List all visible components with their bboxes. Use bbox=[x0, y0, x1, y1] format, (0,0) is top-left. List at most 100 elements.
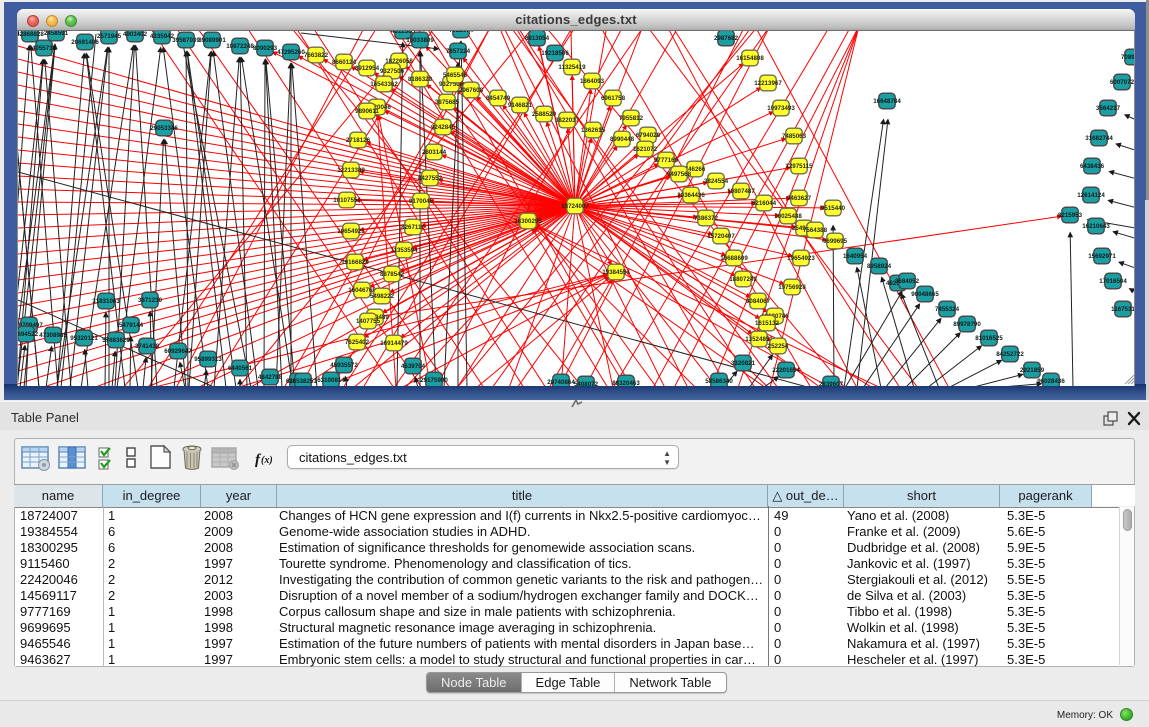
svg-text:20691406: 20691406 bbox=[71, 39, 99, 46]
svg-text:2987682: 2987682 bbox=[714, 35, 739, 42]
svg-text:58586340: 58586340 bbox=[705, 378, 733, 385]
svg-text:18724007: 18724007 bbox=[561, 203, 589, 210]
svg-text:3741438: 3741438 bbox=[135, 343, 160, 350]
svg-text:89978790: 89978790 bbox=[953, 321, 981, 328]
svg-text:9170046: 9170046 bbox=[409, 198, 434, 205]
svg-text:8990448: 8990448 bbox=[610, 136, 635, 143]
svg-text:1167531: 1167531 bbox=[1111, 306, 1135, 313]
svg-text:2839607: 2839607 bbox=[819, 381, 844, 386]
svg-text:1362615: 1362615 bbox=[581, 127, 606, 134]
svg-text:8186328: 8186328 bbox=[408, 76, 433, 83]
svg-text:22201654: 22201654 bbox=[772, 367, 800, 374]
svg-text:6438436: 6438436 bbox=[1080, 163, 1105, 170]
svg-text:63100814: 63100814 bbox=[317, 377, 345, 384]
svg-text:7089806: 7089806 bbox=[1121, 54, 1135, 61]
svg-text:9777169: 9777169 bbox=[654, 157, 679, 164]
svg-text:5479144: 5479144 bbox=[119, 322, 144, 329]
svg-text:6961758: 6961758 bbox=[601, 95, 626, 102]
svg-text:12213389: 12213389 bbox=[337, 167, 365, 174]
svg-text:60929647: 60929647 bbox=[164, 348, 192, 355]
svg-text:45935572: 45935572 bbox=[330, 362, 358, 369]
svg-text:2588520: 2588520 bbox=[532, 111, 557, 118]
svg-text:89089901: 89089901 bbox=[198, 37, 226, 44]
svg-text:7955812: 7955812 bbox=[619, 115, 644, 122]
svg-text:2967608: 2967608 bbox=[459, 87, 484, 94]
svg-text:9146821: 9146821 bbox=[508, 102, 533, 109]
svg-text:90048665: 90048665 bbox=[911, 291, 939, 298]
svg-text:6794028: 6794028 bbox=[636, 132, 661, 139]
svg-text:2571945: 2571945 bbox=[97, 33, 122, 40]
svg-text:12213967: 12213967 bbox=[754, 80, 782, 87]
svg-text:8878542: 8878542 bbox=[380, 271, 405, 278]
svg-text:3822037: 3822037 bbox=[555, 117, 580, 124]
svg-text:15692971: 15692971 bbox=[1088, 253, 1116, 260]
svg-text:4335942: 4335942 bbox=[150, 33, 175, 40]
svg-text:1640954: 1640954 bbox=[843, 253, 868, 260]
svg-text:3320821: 3320821 bbox=[731, 360, 756, 367]
svg-text:6497568: 6497568 bbox=[667, 171, 692, 178]
svg-text:11353594: 11353594 bbox=[390, 247, 418, 254]
svg-text:19654923: 19654923 bbox=[337, 228, 365, 235]
svg-text:11325419: 11325419 bbox=[558, 64, 586, 71]
svg-text:9084067: 9084067 bbox=[746, 298, 771, 305]
svg-text:84252722: 84252722 bbox=[996, 351, 1024, 358]
svg-text:19384554: 19384554 bbox=[602, 269, 630, 276]
svg-text:8912954: 8912954 bbox=[355, 65, 380, 72]
svg-text:4055712: 4055712 bbox=[32, 45, 57, 52]
svg-text:42868828: 42868828 bbox=[18, 31, 44, 38]
svg-text:10807487: 10807487 bbox=[727, 188, 755, 195]
svg-text:8958924: 8958924 bbox=[867, 263, 892, 270]
svg-text:4842788: 4842788 bbox=[258, 374, 283, 381]
svg-text:8427552: 8427552 bbox=[418, 175, 443, 182]
svg-text:(x): (x) bbox=[261, 455, 273, 466]
svg-text:8090293: 8090293 bbox=[253, 45, 278, 52]
svg-text:9699695: 9699695 bbox=[823, 238, 848, 245]
svg-text:31682744: 31682744 bbox=[1085, 135, 1113, 142]
svg-text:47295260: 47295260 bbox=[277, 49, 305, 56]
svg-text:16914479: 16914479 bbox=[380, 340, 408, 347]
svg-text:7485063: 7485063 bbox=[782, 133, 807, 140]
svg-text:8215953: 8215953 bbox=[1058, 212, 1083, 219]
svg-text:95899313: 95899313 bbox=[194, 356, 222, 363]
svg-text:12975115: 12975115 bbox=[785, 163, 813, 170]
svg-text:16033809: 16033809 bbox=[406, 37, 434, 44]
svg-text:7564388: 7564388 bbox=[803, 227, 828, 234]
svg-text:2921859: 2921859 bbox=[1020, 367, 1045, 374]
svg-text:7386372: 7386372 bbox=[694, 215, 719, 222]
svg-text:4539704: 4539704 bbox=[401, 363, 426, 370]
svg-text:3871230: 3871230 bbox=[138, 297, 163, 304]
svg-text:10973493: 10973493 bbox=[767, 105, 795, 112]
svg-text:16210643: 16210643 bbox=[1082, 223, 1110, 230]
svg-text:18807249: 18807249 bbox=[729, 276, 757, 283]
svg-text:19218506: 19218506 bbox=[541, 50, 569, 57]
svg-text:4903402: 4903402 bbox=[123, 31, 148, 38]
svg-text:1615132: 1615132 bbox=[755, 320, 780, 327]
svg-text:7663822: 7663822 bbox=[304, 52, 329, 59]
svg-text:8660124: 8660124 bbox=[332, 59, 357, 66]
svg-text:7455324: 7455324 bbox=[935, 306, 960, 313]
svg-text:81016525: 81016525 bbox=[975, 335, 1003, 342]
svg-text:18300295: 18300295 bbox=[514, 218, 542, 225]
svg-text:57683626: 57683626 bbox=[102, 337, 130, 344]
svg-text:10025488: 10025488 bbox=[774, 213, 802, 220]
svg-text:95320121: 95320121 bbox=[70, 335, 98, 342]
svg-text:20364436: 20364436 bbox=[677, 192, 705, 199]
svg-text:5465546: 5465546 bbox=[443, 72, 468, 79]
svg-text:15720407: 15720407 bbox=[707, 233, 735, 240]
svg-text:19654923: 19654923 bbox=[787, 255, 815, 262]
svg-text:2694522: 2694522 bbox=[18, 331, 39, 338]
svg-text:6216044: 6216044 bbox=[752, 200, 777, 207]
svg-text:8267110: 8267110 bbox=[401, 224, 425, 231]
svg-text:3824554: 3824554 bbox=[704, 178, 729, 185]
svg-text:3684052: 3684052 bbox=[895, 278, 920, 285]
svg-text:38538251: 38538251 bbox=[289, 378, 317, 385]
svg-text:252254: 252254 bbox=[768, 343, 789, 350]
svg-text:7022674: 7022674 bbox=[449, 31, 474, 34]
svg-text:2718126: 2718126 bbox=[346, 137, 371, 144]
svg-text:10107554: 10107554 bbox=[333, 197, 361, 204]
svg-text:39587039: 39587039 bbox=[172, 37, 200, 44]
svg-text:3564217: 3564217 bbox=[1096, 105, 1121, 112]
svg-text:1621072: 1621072 bbox=[633, 146, 658, 153]
svg-text:10872248: 10872248 bbox=[226, 43, 254, 50]
svg-text:1864093: 1864093 bbox=[580, 78, 605, 85]
